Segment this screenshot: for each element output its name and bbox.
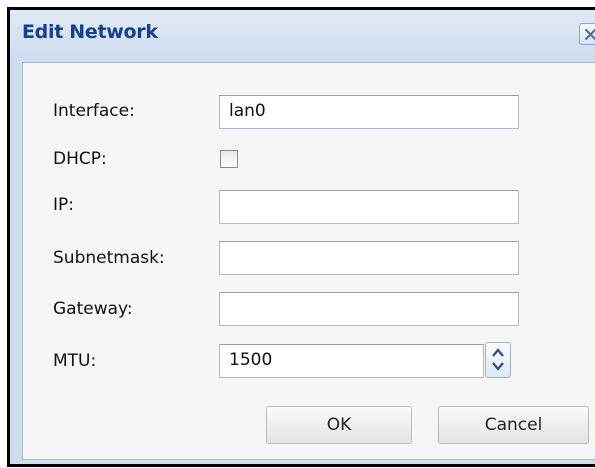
ip-label: IP: (53, 195, 74, 215)
spinner-up-icon[interactable] (492, 348, 504, 357)
close-button[interactable] (579, 23, 595, 45)
mtu-spinner[interactable] (485, 342, 511, 378)
edit-network-dialog: Edit Network Interface: lan0 DHCP: IP: S… (7, 7, 595, 467)
mtu-label: MTU: (53, 351, 97, 371)
subnetmask-input[interactable] (219, 241, 519, 275)
dhcp-checkbox[interactable] (220, 150, 238, 168)
dialog-title: Edit Network (22, 21, 158, 43)
dialog-titlebar[interactable]: Edit Network (10, 10, 595, 62)
form-panel: Interface: lan0 DHCP: IP: Subnetmask: Ga… (22, 62, 595, 460)
gateway-input[interactable] (219, 292, 519, 326)
close-icon (585, 29, 595, 40)
ip-input[interactable] (219, 190, 519, 224)
interface-label: Interface: (53, 101, 135, 121)
mtu-input[interactable]: 1500 (219, 344, 484, 378)
ok-button[interactable]: OK (266, 406, 412, 444)
cancel-button[interactable]: Cancel (438, 406, 589, 444)
interface-input[interactable]: lan0 (219, 95, 519, 129)
subnetmask-label: Subnetmask: (53, 248, 165, 268)
spinner-down-icon[interactable] (492, 362, 504, 371)
dhcp-label: DHCP: (53, 149, 107, 169)
gateway-label: Gateway: (53, 299, 133, 319)
